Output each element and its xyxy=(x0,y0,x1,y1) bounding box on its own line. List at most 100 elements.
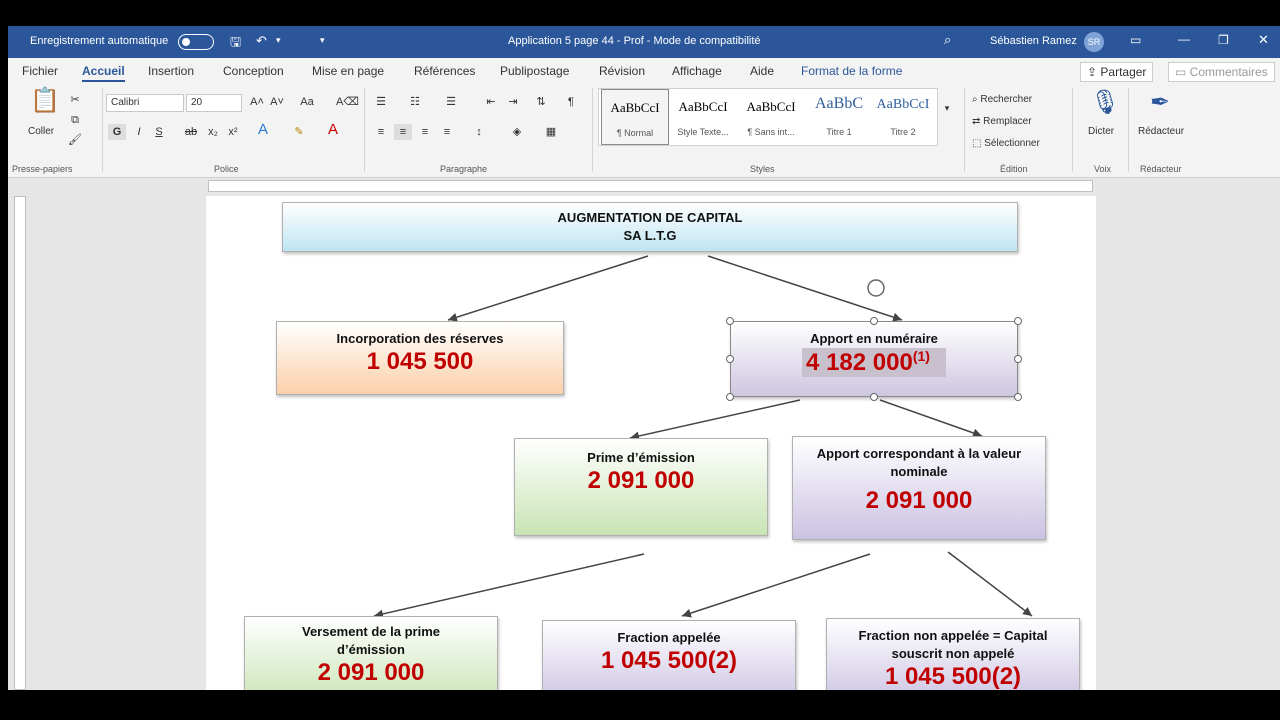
tab-insertion[interactable]: Insertion xyxy=(148,64,194,78)
minimize-icon[interactable]: — xyxy=(1178,32,1190,46)
change-case-icon[interactable]: Aa xyxy=(298,94,316,110)
tab-conception[interactable]: Conception xyxy=(223,64,284,78)
editor-icon[interactable]: ✒ xyxy=(1150,88,1170,117)
undo-dropdown-icon[interactable]: ▾ xyxy=(276,35,281,46)
undo-icon[interactable]: ↶ xyxy=(256,33,267,49)
tab-references[interactable]: Références xyxy=(414,64,475,78)
document-page[interactable]: AUGMENTATION DE CAPITAL SA L.T.G Incorpo… xyxy=(206,196,1096,690)
styles-more-icon[interactable]: ▾ xyxy=(938,100,956,116)
tab-format-forme[interactable]: Format de la forme xyxy=(801,64,902,78)
editor-button[interactable]: Rédacteur xyxy=(1138,126,1184,137)
highlight-icon[interactable]: ✎ xyxy=(290,124,308,140)
style-normal[interactable]: AaBbCcI ¶ Normal xyxy=(601,89,669,145)
align-center-icon[interactable]: ≡ xyxy=(394,124,412,140)
restore-icon[interactable]: ❐ xyxy=(1218,33,1229,47)
find-button[interactable]: ⌕ Rechercher xyxy=(972,94,1032,105)
title-box[interactable]: AUGMENTATION DE CAPITAL SA L.T.G xyxy=(282,202,1018,252)
ribbon-display-icon[interactable]: ▭ xyxy=(1130,33,1141,47)
save-icon[interactable]: 🖫 xyxy=(230,33,241,55)
strikethrough-icon[interactable]: ab xyxy=(182,124,200,140)
vertical-ruler[interactable] xyxy=(14,196,26,690)
subscript-icon[interactable]: x₂ xyxy=(204,124,222,140)
close-icon[interactable]: ✕ xyxy=(1258,32,1269,48)
separator xyxy=(964,88,965,172)
copy-icon[interactable]: ⧉ xyxy=(66,112,84,128)
rotate-handle-icon[interactable] xyxy=(867,279,885,297)
style-preview: AaBbCcI xyxy=(610,100,660,115)
resize-handle[interactable] xyxy=(726,317,734,325)
resize-handle[interactable] xyxy=(1014,355,1022,363)
multilevel-icon[interactable]: ☰ xyxy=(442,94,460,110)
style-titre-2[interactable]: AaBbCcI Titre 2 xyxy=(869,89,937,145)
resize-handle[interactable] xyxy=(870,393,878,401)
decrease-indent-icon[interactable]: ⇤ xyxy=(482,94,500,110)
pilcrow-icon[interactable]: ¶ xyxy=(562,94,580,110)
numbering-icon[interactable]: ☷ xyxy=(406,94,424,110)
shading-icon[interactable]: ◈ xyxy=(508,124,526,140)
replace-label: Remplacer xyxy=(983,116,1032,127)
justify-icon[interactable]: ≡ xyxy=(438,124,456,140)
tab-mise-en-page[interactable]: Mise en page xyxy=(312,64,384,78)
resize-handle[interactable] xyxy=(726,393,734,401)
shrink-font-icon[interactable]: A˅ xyxy=(268,94,286,110)
prime-box[interactable]: Prime d’émission 2 091 000 xyxy=(514,438,768,536)
align-left-icon[interactable]: ≡ xyxy=(372,124,390,140)
user-name[interactable]: Sébastien Ramez xyxy=(990,35,1077,47)
replace-button[interactable]: ⇄ Remplacer xyxy=(972,116,1032,127)
tab-publipostage[interactable]: Publipostage xyxy=(500,64,569,78)
resize-handle[interactable] xyxy=(1014,393,1022,401)
connector-arrow xyxy=(447,255,649,322)
customize-toolbar-icon[interactable]: ▾ xyxy=(320,35,325,46)
paste-button[interactable]: Coller xyxy=(28,126,54,137)
format-painter-icon[interactable]: 🖌 xyxy=(66,132,84,148)
borders-icon[interactable]: ▦ xyxy=(542,124,560,140)
tab-revision[interactable]: Révision xyxy=(599,64,645,78)
tab-aide[interactable]: Aide xyxy=(750,64,774,78)
sort-icon[interactable]: ⇅ xyxy=(532,94,550,110)
apport-label: Apport en numéraire xyxy=(810,331,938,346)
select-button[interactable]: ⬚ Sélectionner xyxy=(972,138,1040,149)
dictate-button[interactable]: Dicter xyxy=(1088,126,1114,137)
underline-icon[interactable]: S xyxy=(150,124,168,140)
cut-icon[interactable]: ✂ xyxy=(66,92,84,108)
versement-box[interactable]: Versement de la prime d’émission 2 091 0… xyxy=(244,616,498,690)
microphone-icon[interactable]: 🎙 xyxy=(1090,88,1120,117)
search-icon[interactable]: ⌕ xyxy=(944,32,951,48)
grow-font-icon[interactable]: A˄ xyxy=(248,94,266,110)
clear-format-icon[interactable]: A⌫ xyxy=(336,94,359,110)
line-spacing-icon[interactable]: ↕ xyxy=(470,124,488,140)
bold-icon[interactable]: G xyxy=(108,124,126,140)
text-effects-icon[interactable]: A xyxy=(254,122,272,138)
increase-indent-icon[interactable]: ⇥ xyxy=(504,94,522,110)
apport-value-selection[interactable]: 4 182 000(1) xyxy=(802,348,946,377)
style-sans-interligne[interactable]: AaBbCcI ¶ Sans int... xyxy=(737,89,805,145)
italic-icon[interactable]: I xyxy=(130,124,148,140)
nominale-box[interactable]: Apport correspondant à la valeur nominal… xyxy=(792,436,1046,540)
apport-box[interactable]: Apport en numéraire 4 182 000(1) xyxy=(730,321,1018,397)
font-color-icon[interactable]: A xyxy=(324,122,342,138)
superscript-icon[interactable]: x² xyxy=(224,124,242,140)
tab-fichier[interactable]: Fichier xyxy=(22,64,58,78)
style-texte[interactable]: AaBbCcI Style Texte... xyxy=(669,89,737,145)
autosave-toggle[interactable] xyxy=(178,34,214,50)
incorporation-box[interactable]: Incorporation des réserves 1 045 500 xyxy=(276,321,564,395)
document-title[interactable]: Application 5 page 44 - Prof - Mode de c… xyxy=(508,35,761,47)
tab-affichage[interactable]: Affichage xyxy=(672,64,722,78)
paste-icon[interactable]: 📋 xyxy=(30,86,60,115)
align-right-icon[interactable]: ≡ xyxy=(416,124,434,140)
appelee-box[interactable]: Fraction appelée 1 045 500(2) xyxy=(542,620,796,690)
comments-button[interactable]: ▭ Commentaires xyxy=(1168,62,1275,82)
horizontal-ruler[interactable] xyxy=(208,180,1093,192)
resize-handle[interactable] xyxy=(870,317,878,325)
separator xyxy=(102,88,103,172)
resize-handle[interactable] xyxy=(1014,317,1022,325)
resize-handle[interactable] xyxy=(726,355,734,363)
share-button[interactable]: ⇪ Partager xyxy=(1080,62,1154,82)
font-size-box[interactable]: 20 xyxy=(186,94,242,112)
font-name-box[interactable]: Calibri xyxy=(106,94,184,112)
tab-accueil[interactable]: Accueil xyxy=(82,64,125,82)
bullets-icon[interactable]: ☰ xyxy=(372,94,390,110)
style-titre-1[interactable]: AaBbC Titre 1 xyxy=(805,89,873,145)
non-appelee-box[interactable]: Fraction non appelée = Capital souscrit … xyxy=(826,618,1080,690)
avatar[interactable]: SR xyxy=(1084,32,1104,52)
